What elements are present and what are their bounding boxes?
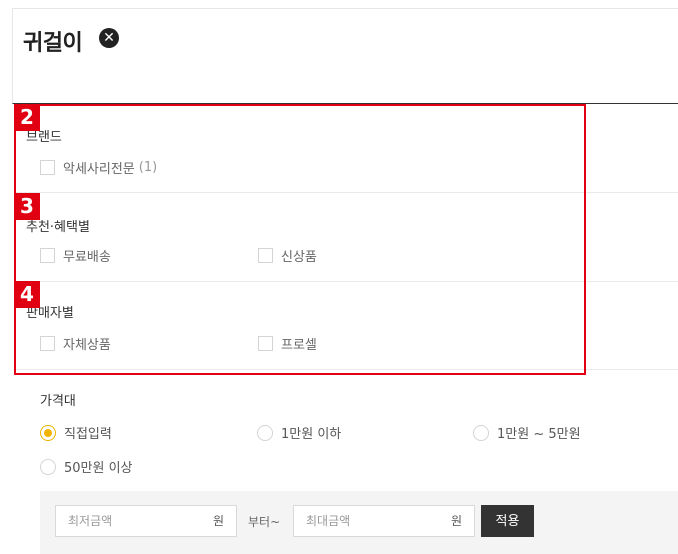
benefit-option-label: 신상품 — [281, 250, 317, 265]
currency-label: 원 — [212, 514, 224, 528]
price-option-10k-50k[interactable]: 1만원 ~ 5만원 — [473, 423, 581, 442]
checkbox[interactable] — [258, 248, 273, 263]
benefit-option-new[interactable]: 신상품 — [258, 246, 317, 265]
price-range-box: 최저금액 원 부터~ 최대금액 원 적용 — [40, 491, 678, 554]
price-option-under-10k[interactable]: 1만원 이하 — [257, 423, 341, 442]
category-title: 귀걸이 — [23, 31, 83, 56]
close-icon[interactable]: ✕ — [99, 28, 119, 48]
annotation-badge: 2 — [14, 104, 40, 131]
divider — [14, 369, 678, 370]
brand-option[interactable]: 악세사리전문 (1) — [40, 158, 157, 177]
min-price-placeholder: 최저금액 — [68, 514, 113, 528]
currency-label: 원 — [450, 514, 462, 528]
radio[interactable] — [257, 424, 273, 441]
annotation-badge: 4 — [14, 281, 40, 308]
max-price-input[interactable]: 최대금액 원 — [293, 505, 475, 537]
benefit-option-free-shipping[interactable]: 무료배송 — [40, 246, 111, 265]
radio-selected[interactable] — [40, 424, 56, 441]
price-option-label: 1만원 이하 — [281, 427, 342, 442]
seller-option-prosell[interactable]: 프로셀 — [258, 334, 317, 353]
brand-option-label: 악세사리전문 — [63, 162, 135, 177]
checkbox[interactable] — [40, 336, 55, 351]
price-option-label: 50만원 이상 — [64, 461, 133, 476]
benefit-option-label: 무료배송 — [63, 250, 111, 265]
seller-option-label: 프로셀 — [281, 338, 317, 353]
checkbox[interactable] — [40, 248, 55, 263]
price-section-title: 가격대 — [40, 394, 76, 409]
annotation-badge: 3 — [14, 193, 40, 220]
price-option-direct[interactable]: 직접입력 — [40, 423, 112, 442]
category-header: 귀걸이 ✕ — [12, 8, 678, 104]
divider — [14, 281, 678, 282]
apply-button[interactable]: 적용 — [481, 505, 534, 537]
seller-option-own[interactable]: 자체상품 — [40, 334, 111, 353]
checkbox[interactable] — [40, 160, 55, 175]
seller-option-label: 자체상품 — [63, 338, 111, 353]
price-option-label: 직접입력 — [64, 427, 112, 442]
price-option-over-500k[interactable]: 50만원 이상 — [40, 457, 133, 476]
min-price-input[interactable]: 최저금액 원 — [55, 505, 237, 537]
brand-option-count: (1) — [138, 160, 158, 175]
max-price-placeholder: 최대금액 — [306, 514, 351, 528]
radio[interactable] — [473, 424, 489, 441]
checkbox[interactable] — [258, 336, 273, 351]
price-option-label: 1만원 ~ 5만원 — [497, 427, 581, 442]
divider — [14, 192, 678, 193]
range-separator: 부터~ — [248, 515, 281, 529]
radio[interactable] — [40, 458, 56, 475]
